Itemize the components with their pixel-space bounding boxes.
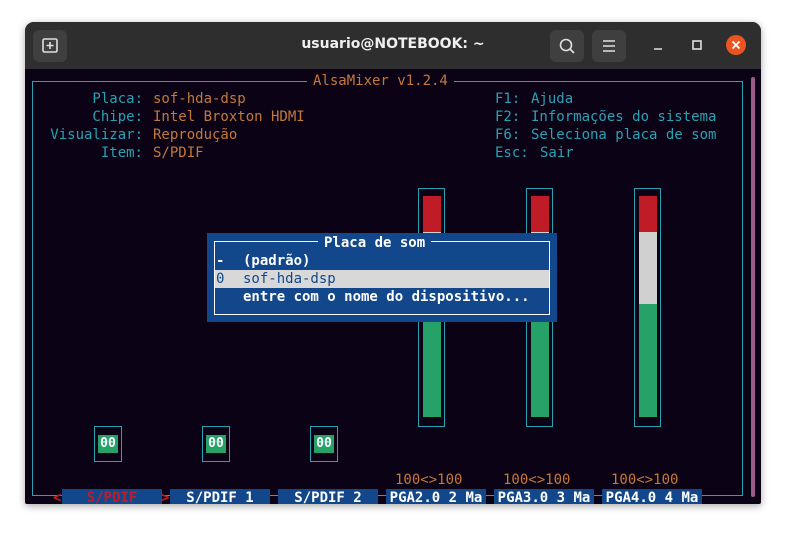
terminal-window: usuario@NOTEBOOK: ~ AlsaMixer v1.2.4 Pla… <box>25 22 761 504</box>
nav-left-arrow: < <box>53 490 62 504</box>
meter-segment <box>639 232 657 304</box>
minimize-button[interactable] <box>647 34 669 56</box>
level-text-pga4: 100<>100 <box>611 472 679 488</box>
view-value: Reprodução <box>153 127 238 143</box>
close-button[interactable] <box>726 35 746 55</box>
control-label-spdif-2[interactable]: S/PDIF 2 <box>278 489 378 504</box>
item-label: Item: <box>100 145 143 161</box>
help-f6-desc: Seleciona placa de som <box>531 127 717 143</box>
view-label: Visualizar: <box>50 127 143 143</box>
volume-meter-pga4[interactable] <box>634 188 661 427</box>
meter-segment <box>423 196 441 232</box>
switch-spdif[interactable]: 00 <box>94 426 122 462</box>
menu-button[interactable] <box>592 30 626 62</box>
dialog-item-key: 0 <box>216 271 225 287</box>
scrollbar[interactable] <box>751 77 755 497</box>
control-label-pga3[interactable]: PGA3.0 3 Ma <box>494 489 594 504</box>
control-label-spdif[interactable]: S/PDIF <box>62 489 162 504</box>
control-label-pga2[interactable]: PGA2.0 2 Ma <box>386 489 486 504</box>
help-esc-key: Esc: <box>495 145 529 161</box>
dialog-item-default[interactable]: (padrão) <box>243 252 310 270</box>
card-value: sof-hda-dsp <box>153 91 246 107</box>
chip-value: Intel Broxton HDMI <box>153 109 305 125</box>
search-icon <box>559 38 575 54</box>
hamburger-menu-icon <box>603 40 615 52</box>
help-esc-desc: Sair <box>540 145 574 161</box>
terminal-area[interactable]: AlsaMixer v1.2.4 Placa: Chipe: Visualiza… <box>25 69 761 504</box>
switch-value: 00 <box>98 435 118 453</box>
level-text-pga2: 100<>100 <box>395 472 463 488</box>
card-label: Placa: <box>92 91 143 107</box>
control-label-spdif-1[interactable]: S/PDIF 1 <box>170 489 270 504</box>
chip-label: Chipe: <box>92 109 143 125</box>
minimize-icon <box>654 48 662 50</box>
switch-spdif-2[interactable]: 00 <box>310 426 338 462</box>
meter-segment <box>531 196 549 232</box>
mixer-title: AlsaMixer v1.2.4 <box>307 72 454 90</box>
switch-value: 00 <box>314 435 334 453</box>
level-text-pga3: 100<>100 <box>503 472 571 488</box>
maximize-icon <box>692 40 702 50</box>
dialog-item-selected[interactable]: 0 sof-hda-dsp <box>215 270 549 288</box>
close-icon <box>731 40 741 50</box>
dialog-title: Placa de som <box>318 234 432 252</box>
item-value: S/PDIF <box>153 145 204 161</box>
control-label-pga4[interactable]: PGA4.0 4 Ma <box>602 489 702 504</box>
dialog-item-enter-device[interactable]: entre com o nome do dispositivo... <box>243 288 530 306</box>
dialog-item-key: - <box>216 253 225 269</box>
help-f2-desc: Informações do sistema <box>531 109 717 125</box>
sound-card-dialog: Placa de som - (padrão) 0 sof-hda-dsp en… <box>207 233 557 322</box>
help-f2-key: F2: <box>495 109 521 125</box>
help-f1-desc: Ajuda <box>531 91 574 107</box>
meter-segment <box>639 304 657 417</box>
help-f6-key: F6: <box>495 127 521 143</box>
dialog-item-sof-hda-dsp: sof-hda-dsp <box>243 271 336 287</box>
title-bar: usuario@NOTEBOOK: ~ <box>25 22 761 69</box>
maximize-button[interactable] <box>686 34 708 56</box>
search-button[interactable] <box>550 30 584 62</box>
switch-spdif-1[interactable]: 00 <box>202 426 230 462</box>
help-f1-key: F1: <box>495 91 521 107</box>
switch-value: 00 <box>206 435 226 453</box>
meter-segment <box>639 196 657 232</box>
nav-right-arrow: > <box>161 490 170 504</box>
